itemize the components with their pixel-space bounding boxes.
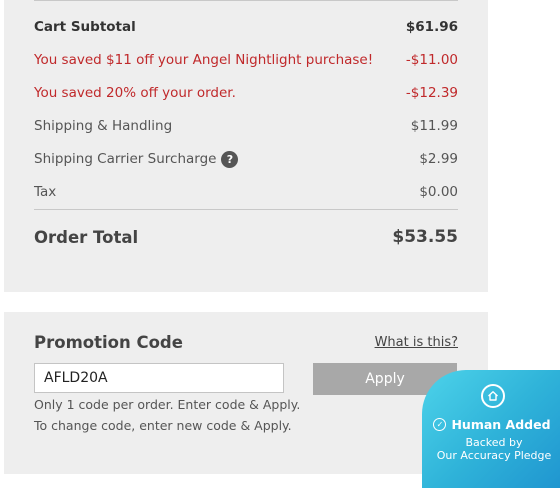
discount-row: You saved 20% off your order. -$12.39 [34, 82, 458, 104]
shipping-handling-label: Shipping & Handling [34, 118, 173, 134]
home-circle-icon [481, 384, 505, 408]
promotion-code-title: Promotion Code [34, 333, 183, 352]
tax-row: Tax $0.00 [34, 181, 458, 203]
carrier-surcharge-row: Shipping Carrier Surcharge ? $2.99 [34, 148, 458, 170]
discount-value: -$11.00 [405, 52, 458, 68]
discount-label: You saved $11 off your Angel Nightlight … [34, 52, 374, 68]
order-summary-panel: Cart Subtotal $61.96 You saved $11 off y… [4, 0, 488, 292]
promo-note-line: To change code, enter new code & Apply. [34, 418, 292, 433]
what-is-this-link[interactable]: What is this? [375, 335, 458, 350]
promotion-code-panel: Promotion Code What is this? Apply Only … [4, 312, 488, 474]
cart-subtotal-value: $61.96 [405, 19, 458, 35]
carrier-surcharge-label: Shipping Carrier Surcharge [34, 151, 217, 167]
tax-label: Tax [34, 184, 57, 200]
cart-subtotal-label: Cart Subtotal [34, 19, 136, 35]
shipping-handling-row: Shipping & Handling $11.99 [34, 115, 458, 137]
order-total-value: $53.55 [392, 227, 458, 247]
promo-note-line: Only 1 code per order. Enter code & Appl… [34, 397, 301, 412]
badge-subtext: Backed by [465, 436, 523, 449]
shipping-handling-value: $11.99 [410, 118, 458, 134]
cart-subtotal-row: Cart Subtotal $61.96 [34, 16, 458, 38]
help-icon[interactable]: ? [221, 150, 239, 168]
total-divider [34, 209, 458, 210]
check-circle-icon: ✓ [433, 418, 447, 431]
badge-headline: Human Added [451, 417, 551, 432]
summary-top-divider [34, 0, 458, 1]
badge-subtext: Our Accuracy Pledge [436, 449, 552, 462]
order-total-row: Order Total $53.55 [34, 224, 458, 250]
tax-value: $0.00 [419, 184, 458, 200]
carrier-surcharge-value: $2.99 [419, 151, 458, 167]
order-total-label: Order Total [34, 227, 139, 247]
discount-row: You saved $11 off your Angel Nightlight … [34, 49, 458, 71]
human-added-badge[interactable]: ✓ Human Added Backed by Our Accuracy Ple… [422, 370, 560, 488]
discount-label: You saved 20% off your order. [34, 85, 236, 101]
promo-code-input[interactable] [34, 363, 284, 393]
discount-value: -$12.39 [405, 85, 458, 101]
